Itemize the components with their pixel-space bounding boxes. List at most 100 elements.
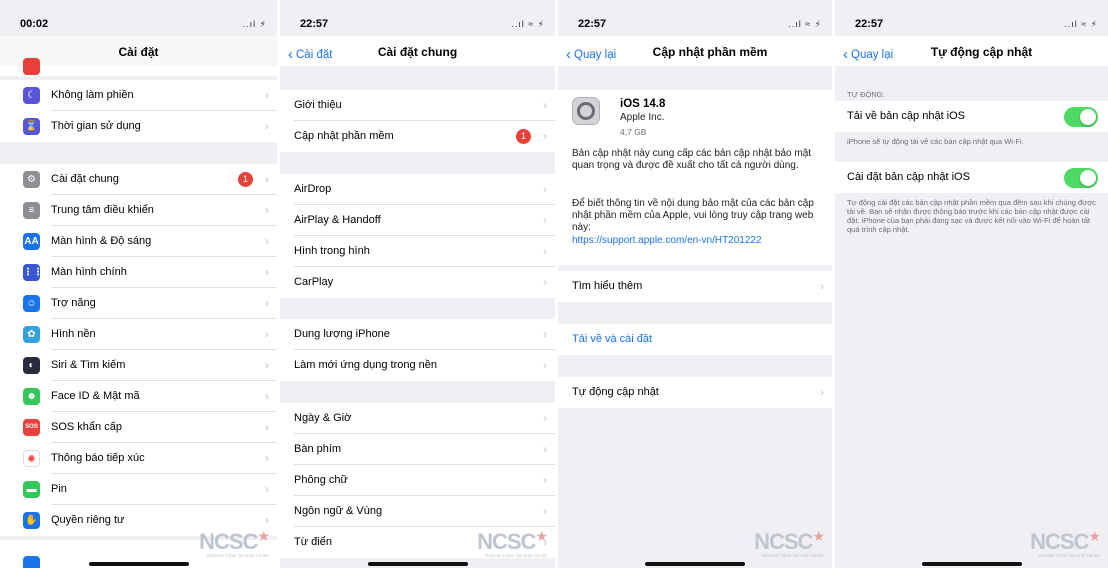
hand-icon: ✋ — [23, 512, 40, 529]
row-airdrop[interactable]: AirDrop › — [280, 174, 555, 205]
chevron-right-icon: › — [543, 442, 547, 456]
install-updates-note: Tự động cài đặt các bản cập nhật phần mề… — [847, 198, 1096, 234]
row-gioi-thieu[interactable]: Giới thiệu › — [280, 90, 555, 121]
row-hinh-trong-hinh[interactable]: Hình trong hình › — [280, 236, 555, 267]
chevron-right-icon: › — [543, 129, 547, 143]
moon-icon: ☾ — [23, 87, 40, 104]
row-label: Ngày & Giờ — [294, 412, 352, 424]
row-sos-khan-cap[interactable]: SOS SOS khẩn cấp › — [0, 412, 277, 443]
row-khong-lam-phien[interactable]: ☾ Không làm phiền › — [0, 80, 277, 111]
chevron-right-icon: › — [265, 234, 269, 248]
install-toggle-group: Cài đặt bản cập nhật iOS — [835, 162, 1108, 193]
row-trung-tam-dieu-khien[interactable]: ≡ Trung tâm điều khiển › — [0, 195, 277, 226]
page-title: Cập nhật phần mềm — [652, 45, 768, 59]
download-install-button[interactable]: Tải về và cài đặt — [558, 324, 832, 355]
settings-screen: 00:02 ..ıl ⚡ Cài đặt ☾ Không làm phiền › ⌛ T… — [0, 0, 277, 568]
chevron-right-icon: › — [265, 296, 269, 310]
wallpaper-icon: ✿ — [23, 326, 40, 343]
row-label: Hình nền — [51, 328, 96, 340]
row-label: Hình trong hình — [294, 245, 370, 257]
auto-update-row[interactable]: Tự động cập nhật › — [558, 377, 832, 408]
row-dung-luong-iphone[interactable]: Dung lượng iPhone › — [280, 319, 555, 350]
row-ban-phim[interactable]: Bàn phím › — [280, 434, 555, 465]
home-indicator — [645, 562, 745, 566]
row-man-hinh-chinh[interactable]: ⋮⋮ Màn hình chính › — [0, 257, 277, 288]
row-thong-bao-tiep-xuc[interactable]: ✺ Thông báo tiếp xúc › — [0, 443, 277, 474]
sos-icon: SOS — [23, 419, 40, 436]
chevron-right-icon: › — [543, 98, 547, 112]
security-info-text: Để biết thông tin về nội dung bảo mật củ… — [572, 198, 814, 233]
section-header: TỰ ĐỘNG: — [847, 90, 885, 99]
display-icon: AA — [23, 233, 40, 250]
row-pin[interactable]: ▬ Pin › — [0, 474, 277, 505]
toggle-knob — [1080, 170, 1096, 186]
row-label: Phông chữ — [294, 474, 348, 486]
home-indicator — [88, 562, 189, 566]
status-icons: ..ıl ≈ ⚡ — [511, 19, 545, 29]
row-label: Quyền riêng tư — [51, 514, 125, 526]
install-updates-row: Cài đặt bản cập nhật iOS — [835, 162, 1108, 193]
row-label: Bàn phím — [294, 443, 342, 455]
status-icons: ..ıl ≈ ⚡ — [788, 19, 822, 29]
clipped-row — [0, 58, 277, 76]
chevron-right-icon: › — [265, 389, 269, 403]
row-label: AirDrop — [294, 183, 332, 195]
status-bar: 00:02 ..ıl ⚡ — [0, 0, 277, 36]
status-bar: 22:57 ..ıl ≈ ⚡ — [558, 0, 832, 36]
learn-more-group: Tìm hiểu thêm › — [558, 271, 832, 302]
chevron-right-icon: › — [820, 385, 824, 399]
row-label: Ngôn ngữ & Vùng — [294, 505, 383, 517]
row-thoi-gian-su-dung[interactable]: ⌛ Thời gian sử dụng › — [0, 111, 277, 142]
chevron-right-icon: › — [543, 411, 547, 425]
clipped-row-icon — [23, 58, 40, 75]
row-lam-moi-ung-dung-trong-nen[interactable]: Làm mới ứng dụng trong nền › — [280, 350, 555, 381]
row-phong-chu[interactable]: Phông chữ › — [280, 465, 555, 496]
row-ngon-ngu-vung[interactable]: Ngôn ngữ & Vùng › — [280, 496, 555, 527]
general-group-1: Giới thiệu › Cập nhật phần mềm 1 › — [280, 90, 555, 152]
row-label: Giới thiệu — [294, 99, 342, 111]
ncsc-watermark: NCSC★ National Cyber Security Center — [477, 528, 548, 558]
nav-bar: ‹ Quay lại Tự động cập nhật — [835, 36, 1108, 66]
row-cai-dat-chung[interactable]: ⚙ Cài đặt chung 1 › — [0, 164, 277, 195]
chevron-left-icon: ‹ — [843, 46, 848, 63]
chevron-right-icon: › — [265, 513, 269, 527]
software-update-screen: 22:57 ..ıl ≈ ⚡ ‹ Quay lại Cập nhật phần m… — [558, 0, 832, 568]
row-hinh-nen[interactable]: ✿ Hình nền › — [0, 319, 277, 350]
chevron-right-icon: › — [265, 358, 269, 372]
download-updates-toggle[interactable] — [1064, 107, 1098, 127]
general-group-3: Dung lượng iPhone › Làm mới ứng dụng trong… — [280, 319, 555, 381]
support-link[interactable]: https://support.apple.com/en-vn/HT201222 — [572, 235, 762, 247]
learn-more-label: Tìm hiểu thêm — [572, 280, 643, 292]
row-label: SOS khẩn cấp — [51, 421, 122, 433]
chevron-right-icon: › — [265, 327, 269, 341]
row-cap-nhat-phan-mem[interactable]: Cập nhật phần mềm 1 › — [280, 121, 555, 152]
row-ngay-gio[interactable]: Ngày & Giờ › — [280, 403, 555, 434]
notification-badge: 1 — [238, 172, 253, 187]
chevron-right-icon: › — [265, 482, 269, 496]
row-carplay[interactable]: CarPlay › — [280, 267, 555, 298]
page-title: Cài đặt — [118, 45, 159, 59]
row-face-id-mat-ma[interactable]: ☻ Face ID & Mật mã › — [0, 381, 277, 412]
row-label: Màn hình & Độ sáng — [51, 235, 152, 247]
general-settings-screen: 22:57 ..ıl ≈ ⚡ ‹ Cài đặt Cài đặt chung Gi… — [280, 0, 555, 568]
update-vendor: Apple Inc. — [620, 112, 665, 123]
download-updates-label: Tải về bản cập nhật iOS — [847, 110, 966, 122]
row-airplay-handoff[interactable]: AirPlay & Handoff › — [280, 205, 555, 236]
partial-row-icon — [23, 556, 40, 568]
chevron-right-icon: › — [265, 172, 269, 186]
nav-bar: ‹ Cài đặt Cài đặt chung — [280, 36, 555, 66]
row-label: Trợ năng — [51, 297, 96, 309]
row-tro-nang[interactable]: ☺ Trợ năng › — [0, 288, 277, 319]
learn-more-row[interactable]: Tìm hiểu thêm › — [558, 271, 832, 302]
row-label: AirPlay & Handoff — [294, 214, 381, 226]
row-label: Màn hình chính — [51, 266, 127, 278]
auto-update-screen: 22:57 ..ıl ≈ ⚡ ‹ Quay lại Tự động cập nhậ… — [835, 0, 1108, 568]
download-group: Tải về và cài đặt — [558, 324, 832, 355]
row-man-hinh-do-sang[interactable]: AA Màn hình & Độ sáng › — [0, 226, 277, 257]
row-siri-tim-kiem[interactable]: ◐ Siri & Tìm kiếm › — [0, 350, 277, 381]
status-time: 22:57 — [855, 18, 884, 30]
install-updates-toggle[interactable] — [1064, 168, 1098, 188]
row-label: Không làm phiền — [51, 89, 134, 101]
row-label: Thời gian sử dụng — [51, 120, 141, 132]
chevron-right-icon: › — [543, 275, 547, 289]
